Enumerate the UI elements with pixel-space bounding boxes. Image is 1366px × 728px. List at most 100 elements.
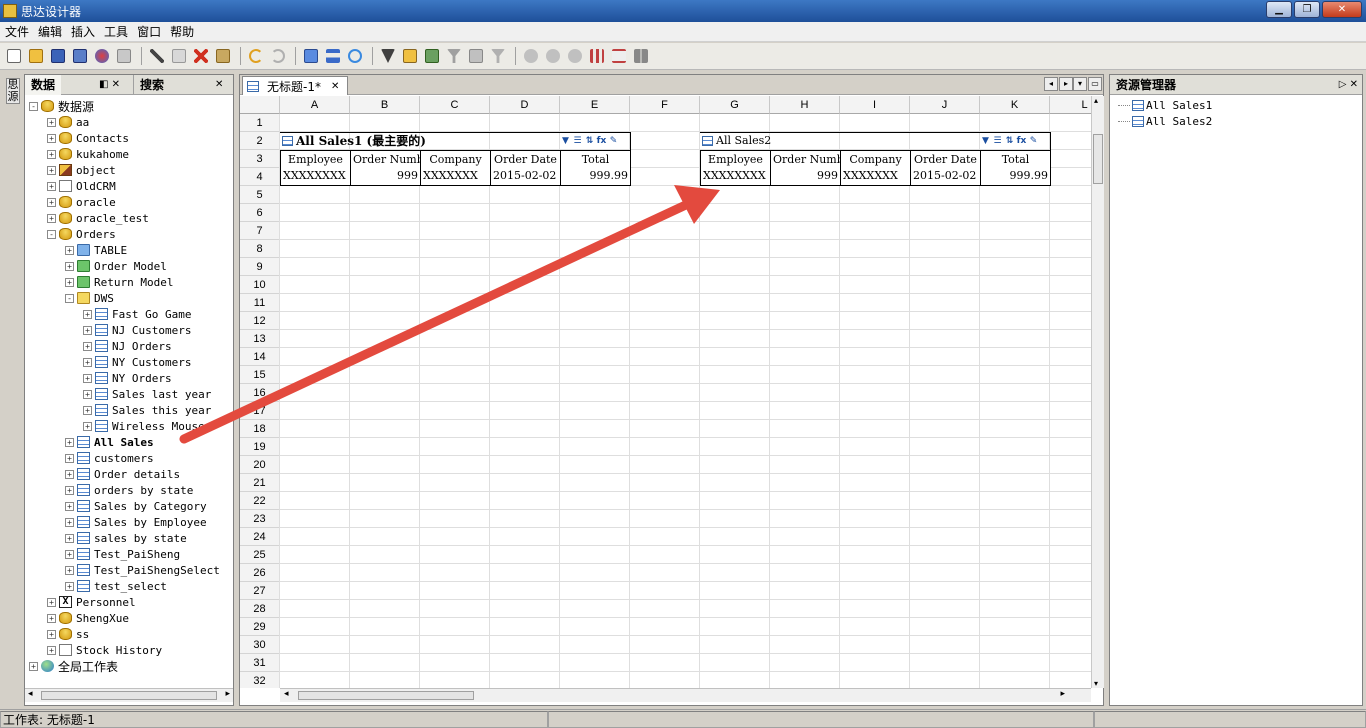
column-header[interactable]: J — [910, 96, 980, 114]
layout-icon[interactable] — [631, 46, 651, 66]
tree-node[interactable]: + oracle_test — [47, 210, 149, 226]
expand-icon[interactable]: + — [65, 261, 74, 271]
tree-node[interactable]: + Order Model — [65, 258, 167, 274]
expand-icon[interactable]: + — [65, 453, 74, 463]
expand-icon[interactable]: + — [47, 597, 56, 607]
expand-icon[interactable]: + — [83, 389, 92, 399]
tree-node[interactable]: + Stock History — [47, 642, 162, 658]
maximize-button[interactable]: ❐ — [1294, 1, 1320, 18]
expand-icon[interactable]: + — [47, 117, 56, 127]
row-header[interactable]: 4 — [240, 168, 280, 186]
row-header[interactable]: 32 — [240, 672, 280, 688]
tree-node[interactable]: + OldCRM — [47, 178, 116, 194]
tree-node[interactable]: + Test_PaiSheng — [65, 546, 180, 562]
tree-node[interactable]: + kukahome — [47, 146, 129, 162]
row-header[interactable]: 13 — [240, 330, 280, 348]
link-icon[interactable] — [565, 46, 585, 66]
undo-icon[interactable] — [246, 46, 266, 66]
collapse-icon[interactable]: - — [65, 293, 74, 303]
column-header[interactable]: B — [350, 96, 420, 114]
tree-node[interactable]: + Sales by Category — [65, 498, 207, 514]
expand-icon[interactable]: + — [83, 421, 92, 431]
column-header[interactable]: K — [980, 96, 1050, 114]
tab-scroll-right-icon[interactable]: ▸ — [1059, 77, 1073, 91]
row-header[interactable]: 22 — [240, 492, 280, 510]
tab-untitled-sheet[interactable]: 无标题-1* ✕ — [242, 76, 349, 95]
collapse-icon[interactable]: - — [47, 229, 56, 239]
column-header[interactable]: D — [490, 96, 560, 114]
column-header[interactable]: G — [700, 96, 770, 114]
column-header[interactable]: I — [840, 96, 910, 114]
expand-icon[interactable]: + — [65, 533, 74, 543]
paste-icon[interactable] — [213, 46, 233, 66]
row-header[interactable]: 15 — [240, 366, 280, 384]
tab-data[interactable]: 数据 — [25, 74, 62, 95]
tab-search[interactable]: 搜索 — [133, 74, 170, 95]
split-icon[interactable] — [543, 46, 563, 66]
column-header[interactable]: C — [420, 96, 490, 114]
resource-item[interactable]: All Sales2 — [1118, 113, 1212, 129]
close-button[interactable]: ✕ — [1322, 1, 1362, 18]
tree-node[interactable]: + NJ Customers — [83, 322, 191, 338]
expand-icon[interactable]: + — [83, 373, 92, 383]
tree-node[interactable]: + aa — [47, 114, 89, 130]
row-header[interactable]: 2 — [240, 132, 280, 150]
save-icon[interactable] — [48, 46, 68, 66]
tree-node[interactable]: - DWS — [65, 290, 114, 306]
filter-icon[interactable] — [444, 46, 464, 66]
grid-vertical-scrollbar[interactable]: ▴ ▾ — [1091, 96, 1104, 688]
collapse-icon[interactable]: - — [29, 101, 38, 111]
expand-icon[interactable]: + — [65, 469, 74, 479]
row-header[interactable]: 28 — [240, 600, 280, 618]
expand-icon[interactable]: + — [65, 549, 74, 559]
tree-node[interactable]: + Sales this year — [83, 402, 211, 418]
row-header[interactable]: 1 — [240, 114, 280, 132]
row-header[interactable]: 25 — [240, 546, 280, 564]
expand-icon[interactable]: + — [47, 213, 56, 223]
spreadsheet-grid[interactable]: A B C D E F G H I J K L 1 2 3 4 5 6 7 8 9 10 11 12 13 14 15 16 17 18 1… — [240, 96, 1091, 688]
expand-icon[interactable]: + — [83, 309, 92, 319]
expand-icon[interactable]: + — [47, 613, 56, 623]
merge-icon[interactable] — [521, 46, 541, 66]
new-icon[interactable] — [4, 46, 24, 66]
tree-node[interactable]: + object — [47, 162, 116, 178]
row-header[interactable]: 7 — [240, 222, 280, 240]
cut-icon[interactable] — [147, 46, 167, 66]
expand-icon[interactable]: + — [65, 245, 74, 255]
vertical-tab-label[interactable]: 思源 — [6, 78, 20, 104]
border-icon[interactable] — [609, 46, 629, 66]
tab-maximize-icon[interactable]: ▭ — [1088, 77, 1102, 91]
sync-icon[interactable] — [345, 46, 365, 66]
resource-panel-close-icon[interactable]: ▷ ✕ — [1339, 79, 1358, 90]
preview-icon[interactable] — [92, 46, 112, 66]
row-header[interactable]: 12 — [240, 312, 280, 330]
tree-node[interactable]: + Sales by Employee — [65, 514, 207, 530]
tree-horizontal-scrollbar[interactable]: ◂ ▸ — [25, 688, 233, 702]
row-header[interactable]: 27 — [240, 582, 280, 600]
expand-icon[interactable]: + — [65, 517, 74, 527]
tree-node[interactable]: + orders by state — [65, 482, 193, 498]
expand-icon[interactable]: + — [65, 501, 74, 511]
expand-icon[interactable]: + — [83, 405, 92, 415]
tab-list-icon[interactable]: ▾ — [1073, 77, 1087, 91]
row-header[interactable]: 8 — [240, 240, 280, 258]
tree-node[interactable]: - Orders — [47, 226, 116, 242]
group-icon[interactable] — [466, 46, 486, 66]
tree-node[interactable]: + NJ Orders — [83, 338, 172, 354]
column-header[interactable]: E — [560, 96, 630, 114]
row-header[interactable]: 5 — [240, 186, 280, 204]
open-icon[interactable] — [26, 46, 46, 66]
row-header[interactable]: 3 — [240, 150, 280, 168]
row-header[interactable]: 30 — [240, 636, 280, 654]
tree-node[interactable]: + Order details — [65, 466, 180, 482]
tree-node[interactable]: + NY Orders — [83, 370, 172, 386]
tree-node[interactable]: + ShengXue — [47, 610, 129, 626]
expand-icon[interactable]: + — [47, 197, 56, 207]
expand-icon[interactable]: + — [65, 277, 74, 287]
menu-tools[interactable]: 工具 — [99, 23, 132, 40]
expand-icon[interactable]: + — [83, 341, 92, 351]
column-header[interactable]: H — [770, 96, 840, 114]
redo-icon[interactable] — [268, 46, 288, 66]
row-header[interactable]: 23 — [240, 510, 280, 528]
menu-insert[interactable]: 插入 — [66, 23, 99, 40]
